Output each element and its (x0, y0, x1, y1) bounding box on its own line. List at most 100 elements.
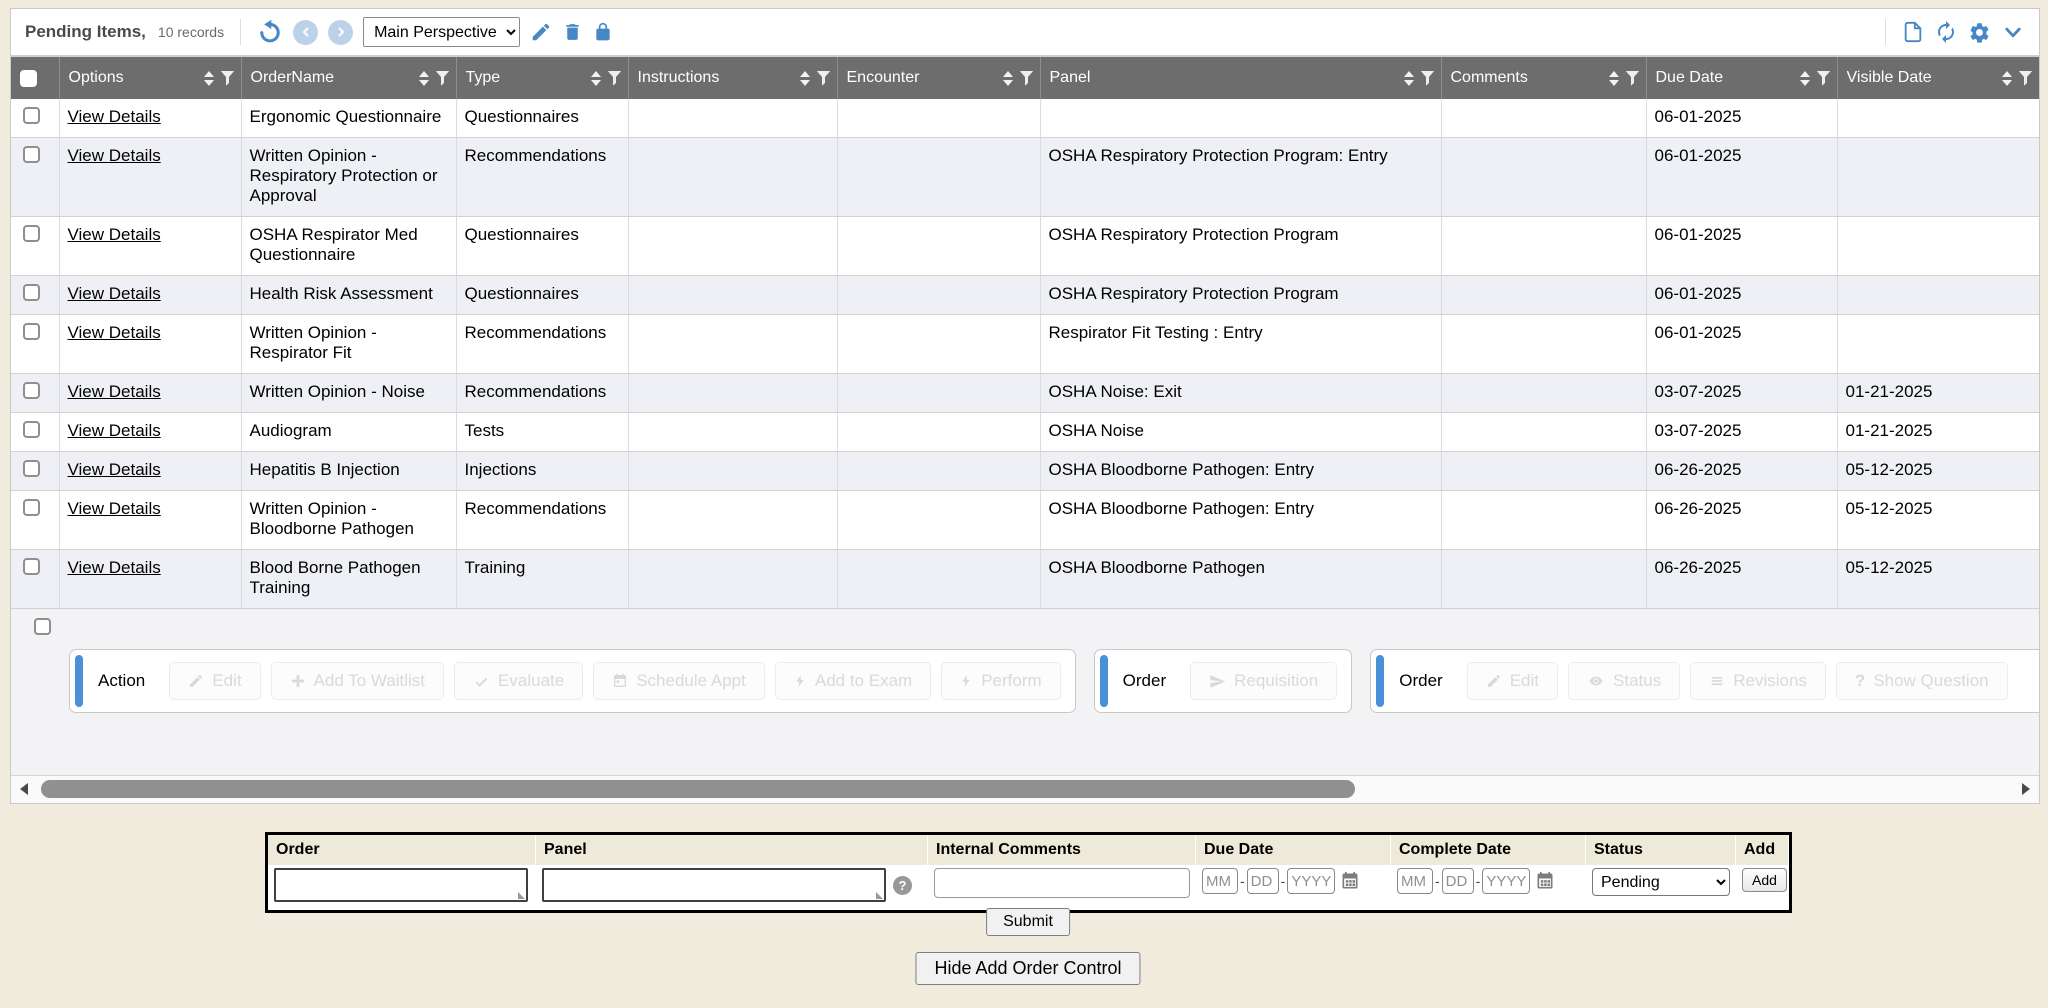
add-button[interactable]: Add (1742, 868, 1787, 892)
row-checkbox[interactable] (23, 107, 40, 124)
footer-select-checkbox[interactable] (34, 618, 51, 635)
scrollbar-thumb[interactable] (41, 780, 1355, 798)
schedule-appt-button[interactable]: Schedule Appt (593, 662, 765, 700)
order-edit-button[interactable]: Edit (1467, 662, 1558, 700)
table-row: View Details Written Opinion - Bloodborn… (11, 491, 2039, 550)
scroll-left-arrow[interactable] (20, 783, 28, 795)
order-column-header: Order (268, 835, 535, 865)
order-input[interactable] (274, 868, 528, 902)
select-all-checkbox[interactable] (20, 70, 37, 87)
view-details-link[interactable]: View Details (68, 107, 161, 126)
sort-icon[interactable] (419, 71, 429, 86)
filter-icon[interactable] (220, 70, 235, 87)
instructions-cell (628, 413, 837, 452)
sort-icon[interactable] (1800, 71, 1810, 86)
gear-icon[interactable] (1968, 21, 1991, 44)
view-details-link[interactable]: View Details (68, 558, 161, 577)
grid-toolbar: Pending Items, 10 records Main Perspecti… (11, 9, 2039, 57)
row-checkbox[interactable] (23, 499, 40, 516)
due-date-month-input[interactable] (1202, 868, 1238, 894)
add-to-exam-button[interactable]: Add to Exam (775, 662, 931, 700)
revisions-button[interactable]: Revisions (1690, 662, 1826, 700)
sort-icon[interactable] (591, 71, 601, 86)
sort-icon[interactable] (204, 71, 214, 86)
sort-icon[interactable] (2002, 71, 2012, 86)
panel-input[interactable] (542, 868, 886, 902)
refresh-icon[interactable] (1934, 20, 1958, 44)
filter-icon[interactable] (435, 70, 450, 87)
complete-date-month-input[interactable] (1397, 868, 1433, 894)
filter-icon[interactable] (1816, 70, 1831, 87)
new-document-icon[interactable] (1902, 20, 1924, 44)
undo-icon[interactable] (257, 19, 283, 45)
chevron-down-icon[interactable] (2001, 22, 2025, 42)
help-icon[interactable]: ? (893, 876, 912, 895)
calendar-icon[interactable] (1340, 871, 1360, 891)
internal-comments-input[interactable] (934, 868, 1190, 898)
submit-button[interactable]: Submit (986, 908, 1070, 936)
evaluate-button[interactable]: Evaluate (454, 662, 583, 700)
next-icon[interactable] (328, 20, 353, 45)
filter-icon[interactable] (1625, 70, 1640, 87)
filter-icon[interactable] (1019, 70, 1034, 87)
due-date-day-input[interactable] (1247, 868, 1279, 894)
prev-icon[interactable] (293, 20, 318, 45)
row-checkbox[interactable] (23, 558, 40, 575)
sort-icon[interactable] (1609, 71, 1619, 86)
lock-icon[interactable] (593, 21, 613, 43)
encounter-cell (837, 550, 1040, 609)
due-date-cell: 06-01-2025 (1646, 138, 1837, 217)
view-details-link[interactable]: View Details (68, 323, 161, 342)
row-checkbox[interactable] (23, 421, 40, 438)
panel-cell (1040, 99, 1441, 138)
requisition-button[interactable]: Requisition (1190, 662, 1337, 700)
due-date-year-input[interactable] (1287, 868, 1335, 894)
show-question-button[interactable]: ? Show Question (1836, 662, 2008, 700)
view-details-link[interactable]: View Details (68, 146, 161, 165)
panel-label: Action (98, 671, 145, 691)
comments-cell (1441, 491, 1646, 550)
row-checkbox[interactable] (23, 460, 40, 477)
row-checkbox[interactable] (23, 284, 40, 301)
lightning-icon (794, 673, 807, 689)
view-details-link[interactable]: View Details (68, 499, 161, 518)
filter-icon[interactable] (2018, 70, 2033, 87)
complete-date-day-input[interactable] (1442, 868, 1474, 894)
filter-icon[interactable] (1420, 70, 1435, 87)
type-cell: Recommendations (456, 374, 628, 413)
perspective-select[interactable]: Main Perspective (363, 17, 520, 47)
sort-icon[interactable] (1404, 71, 1414, 86)
due-date-header: Due Date (1196, 835, 1390, 865)
trash-icon[interactable] (562, 21, 583, 43)
row-checkbox[interactable] (23, 225, 40, 242)
view-details-link[interactable]: View Details (68, 225, 161, 244)
add-order-form: Order Panel ? Internal Comments Due Date… (265, 832, 1792, 913)
row-checkbox[interactable] (23, 146, 40, 163)
pending-items-page: Pending Items, 10 records Main Perspecti… (0, 0, 2048, 1008)
scroll-right-arrow[interactable] (2022, 783, 2030, 795)
row-checkbox[interactable] (23, 382, 40, 399)
view-details-link[interactable]: View Details (68, 382, 161, 401)
filter-icon[interactable] (607, 70, 622, 87)
complete-date-year-input[interactable] (1482, 868, 1530, 894)
instructions-cell (628, 452, 837, 491)
sort-icon[interactable] (1003, 71, 1013, 86)
pencil-icon[interactable] (530, 21, 552, 43)
row-checkbox[interactable] (23, 323, 40, 340)
instructions-cell (628, 217, 837, 276)
sort-icon[interactable] (800, 71, 810, 86)
edit-button[interactable]: Edit (169, 662, 260, 700)
perform-button[interactable]: Perform (941, 662, 1060, 700)
panel-cell: OSHA Bloodborne Pathogen (1040, 550, 1441, 609)
status-select[interactable]: Pending (1592, 868, 1730, 896)
calendar-icon[interactable] (1535, 871, 1555, 891)
view-details-link[interactable]: View Details (68, 460, 161, 479)
status-button[interactable]: Status (1568, 662, 1680, 700)
hide-add-order-control-button[interactable]: Hide Add Order Control (915, 952, 1140, 985)
filter-icon[interactable] (816, 70, 831, 87)
view-details-link[interactable]: View Details (68, 421, 161, 440)
visible-date-cell: 05-12-2025 (1837, 491, 2039, 550)
view-details-link[interactable]: View Details (68, 284, 161, 303)
add-to-waitlist-button[interactable]: Add To Waitlist (271, 662, 445, 700)
order-tools-panel: Order Edit Status Revisions ? (1370, 649, 2039, 713)
